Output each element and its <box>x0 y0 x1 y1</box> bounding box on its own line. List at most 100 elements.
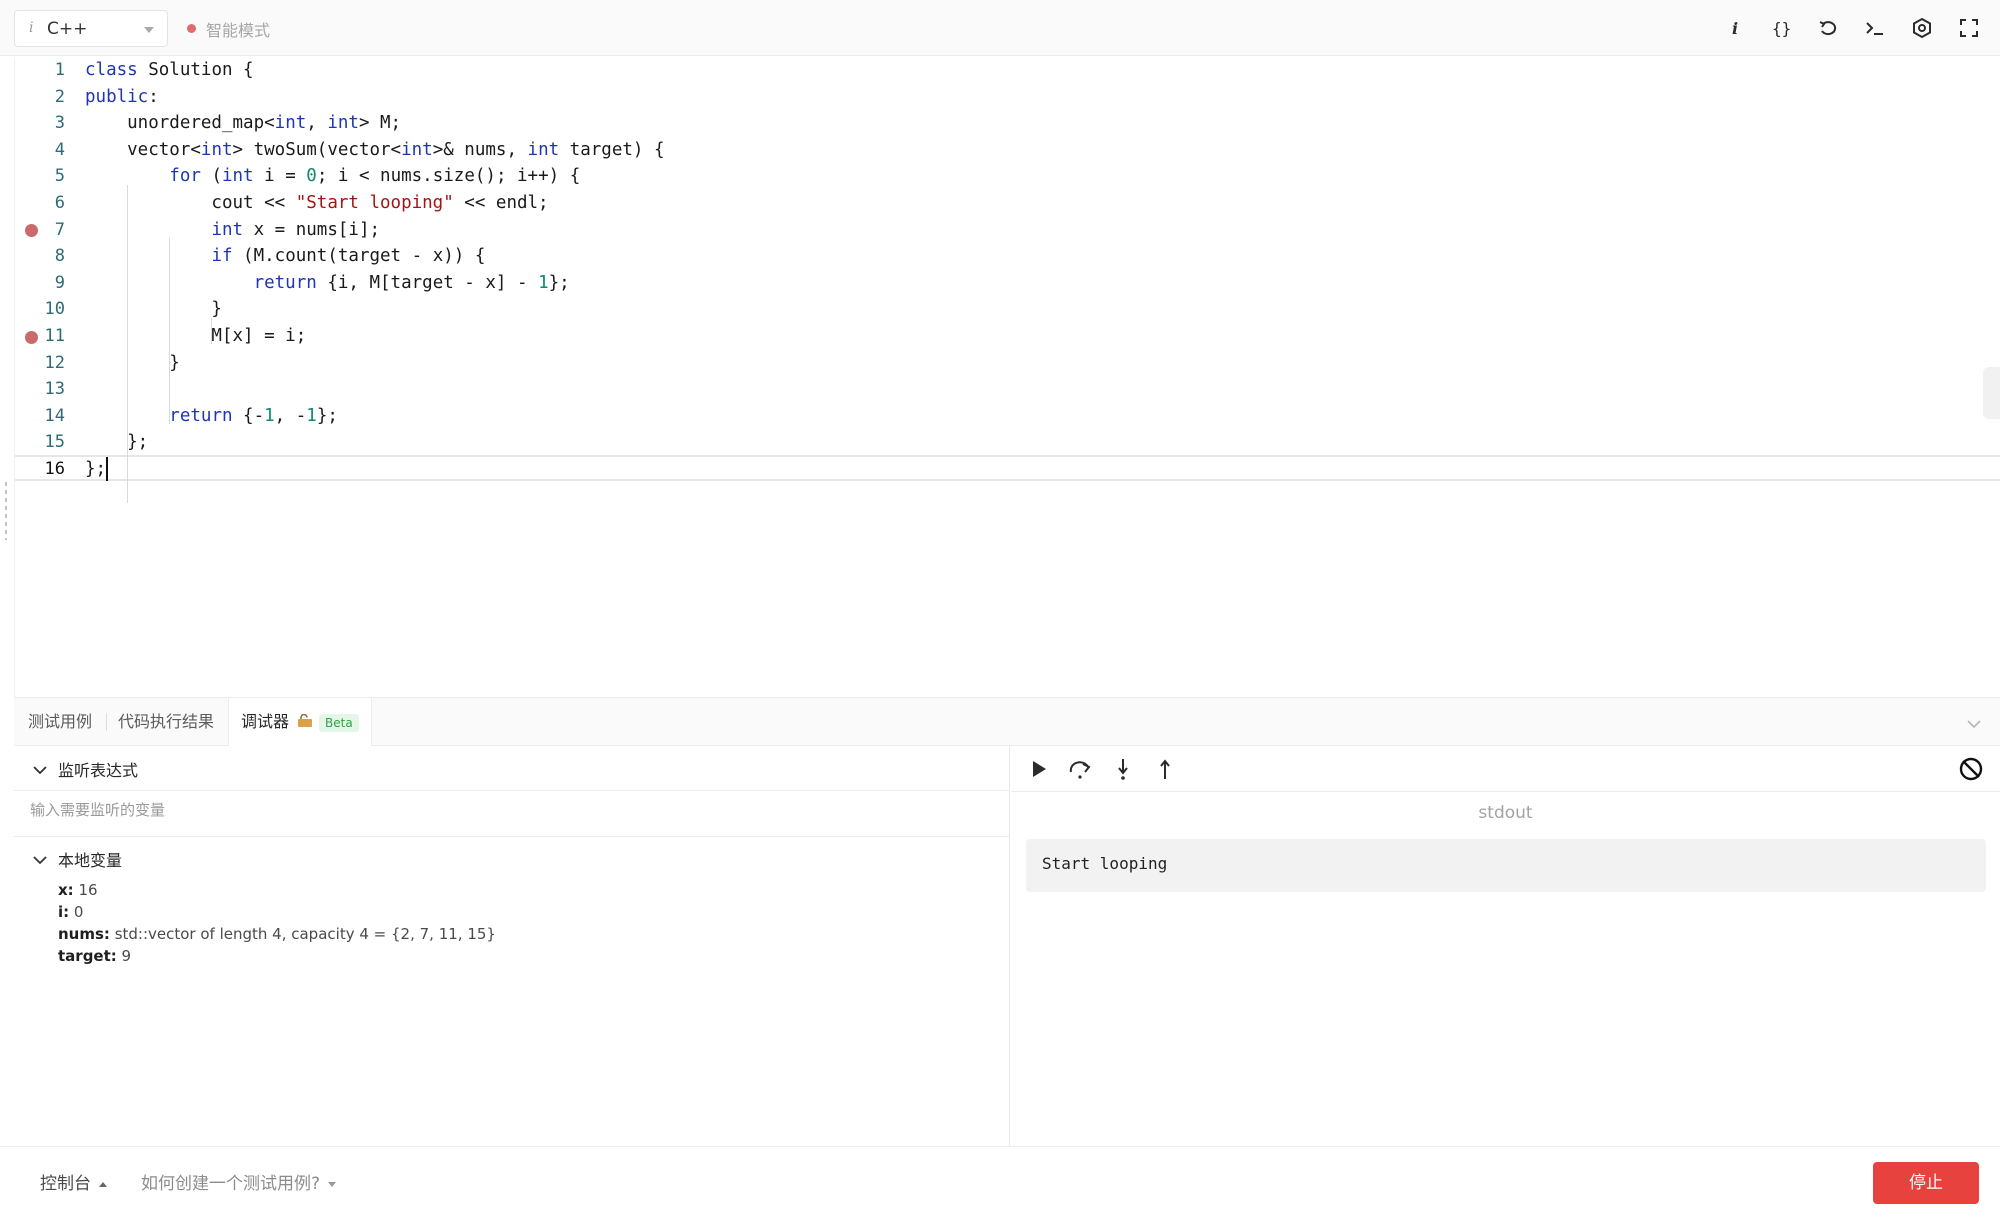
variable-value: 16 <box>73 881 98 899</box>
code-line[interactable]: 13 <box>15 376 2000 403</box>
line-number[interactable]: 13 <box>15 376 65 403</box>
code-line[interactable]: 1 class Solution { <box>15 57 2000 84</box>
code-line[interactable]: 12 } <box>15 350 2000 377</box>
code-token: 1 <box>538 272 549 293</box>
stdout-output: Start looping <box>1026 839 1986 892</box>
language-select[interactable]: i C++ <box>14 10 168 47</box>
step-over-icon[interactable] <box>1067 755 1095 783</box>
code-token: return <box>169 405 233 426</box>
caret-down-icon <box>328 1181 337 1187</box>
variable-name: i: <box>58 903 70 921</box>
code-line[interactable]: 3 unordered_map<int, int> M; <box>15 110 2000 137</box>
chevron-down-icon <box>144 27 154 33</box>
side-panel-handle[interactable] <box>1983 367 2000 419</box>
code-token: int <box>221 166 254 187</box>
help-link-label: 如何创建一个测试用例? <box>141 1174 321 1194</box>
code-token: ( <box>200 166 222 187</box>
code-line[interactable]: 11 M[x] = i; <box>15 323 2000 350</box>
lock-icon <box>297 699 313 747</box>
code-line[interactable]: 6 cout << "Start looping" << endl; <box>15 190 2000 217</box>
debugger-variables-pane: 监听表达式 输入需要监听的变量 本地变量 x: 16 i: 0 nums: st… <box>14 746 1010 1146</box>
variable-name: nums: <box>58 925 110 943</box>
help-create-test-case-link[interactable]: 如何创建一个测试用例? <box>141 1169 337 1194</box>
code-token: 0 <box>306 166 317 187</box>
fullscreen-icon[interactable] <box>1955 14 1983 42</box>
line-number[interactable]: 6 <box>15 190 65 217</box>
line-number[interactable]: 10 <box>15 296 65 323</box>
code-token: return <box>253 272 317 293</box>
line-number[interactable]: 2 <box>15 84 65 111</box>
tab-test-cases[interactable]: 测试用例 <box>28 698 92 746</box>
settings-icon[interactable] <box>1908 14 1936 42</box>
line-number[interactable]: 3 <box>15 110 65 137</box>
code-line[interactable]: 5 for (int i = 0; i < nums.size(); i++) … <box>15 163 2000 190</box>
line-number[interactable]: 8 <box>15 243 65 270</box>
code-token: (M.count(target - x)) { <box>232 246 486 267</box>
code-line[interactable]: 16 }; <box>15 456 2000 483</box>
chevron-down-icon <box>32 851 48 870</box>
local-variable-row[interactable]: target: 9 <box>58 945 131 967</box>
smart-mode-toggle[interactable]: 智能模式 <box>206 17 270 41</box>
continue-icon[interactable] <box>1025 755 1053 783</box>
code-token: unordered_map< <box>85 113 275 134</box>
terminal-icon[interactable] <box>1861 14 1889 42</box>
tab-execution-result[interactable]: 代码执行结果 <box>118 698 214 746</box>
disable-breakpoints-icon[interactable] <box>1957 755 1985 783</box>
local-variable-row[interactable]: nums: std::vector of length 4, capacity … <box>58 923 496 945</box>
stop-button[interactable]: 停止 <box>1873 1162 1979 1204</box>
local-variables-header[interactable]: 本地变量 <box>14 836 1010 880</box>
code-line[interactable]: 15 }; <box>15 429 2000 456</box>
debug-controls <box>1011 746 2000 792</box>
code-line[interactable]: 9 return {i, M[target - x] - 1}; <box>15 270 2000 297</box>
code-token: x = nums[i]; <box>243 219 381 240</box>
line-number[interactable]: 1 <box>15 57 65 84</box>
code-token: << endl; <box>453 193 549 213</box>
code-line[interactable]: 7 int x = nums[i]; <box>15 217 2000 244</box>
code-editor[interactable]: 1 class Solution { 2 public: 3 unordered… <box>14 57 2000 697</box>
line-number[interactable]: 11 <box>15 323 65 350</box>
reset-icon[interactable] <box>1814 14 1842 42</box>
watch-expression-input[interactable]: 输入需要监听的变量 <box>30 794 990 826</box>
bottom-panel-tabs: 测试用例 代码执行结果 调试器 Beta <box>14 697 2000 747</box>
code-line[interactable]: 2 public: <box>15 84 2000 111</box>
format-braces-icon[interactable]: {} <box>1768 14 1796 42</box>
line-number[interactable]: 4 <box>15 137 65 164</box>
code-line[interactable]: 8 if (M.count(target - x)) { <box>15 243 2000 270</box>
code-token: class <box>85 60 138 80</box>
line-number[interactable]: 7 <box>15 217 65 244</box>
chevron-down-icon <box>32 761 48 780</box>
line-number[interactable]: 9 <box>15 270 65 297</box>
local-variable-row[interactable]: x: 16 <box>58 879 98 901</box>
tab-debugger[interactable]: 调试器 Beta <box>228 698 372 747</box>
code-token: {- <box>232 405 265 426</box>
stdout-label: stdout <box>1478 803 1533 823</box>
step-out-icon[interactable] <box>1151 755 1179 783</box>
line-number[interactable]: 14 <box>15 403 65 430</box>
line-number[interactable]: 15 <box>15 429 65 456</box>
code-token: , <box>306 113 328 134</box>
info-icon: i <box>29 20 34 36</box>
local-variable-row[interactable]: i: 0 <box>58 901 83 923</box>
resize-handle[interactable] <box>4 480 8 540</box>
watch-expressions-header[interactable]: 监听表达式 <box>14 746 1010 790</box>
line-number[interactable]: 5 <box>15 163 65 190</box>
code-token: {i, M[target - x] - <box>316 272 539 293</box>
code-line[interactable]: 10 } <box>15 296 2000 323</box>
code-token: target) { <box>559 139 665 160</box>
code-token: public <box>85 86 149 107</box>
code-token: cout << <box>85 193 296 213</box>
watch-expressions-title: 监听表达式 <box>58 761 139 780</box>
line-number[interactable]: 16 <box>15 456 65 483</box>
chevron-down-icon[interactable] <box>1966 715 1982 734</box>
code-token: int <box>274 113 307 134</box>
info-icon[interactable]: i <box>1721 14 1749 42</box>
code-line[interactable]: 4 vector<int> twoSum(vector<int>& nums, … <box>15 137 2000 164</box>
code-line[interactable]: 14 return {-1, -1}; <box>15 403 2000 430</box>
line-number[interactable]: 12 <box>15 350 65 377</box>
step-into-icon[interactable] <box>1109 755 1137 783</box>
svg-text:{}: {} <box>1772 19 1791 38</box>
console-toggle[interactable]: 控制台 <box>40 1169 107 1194</box>
